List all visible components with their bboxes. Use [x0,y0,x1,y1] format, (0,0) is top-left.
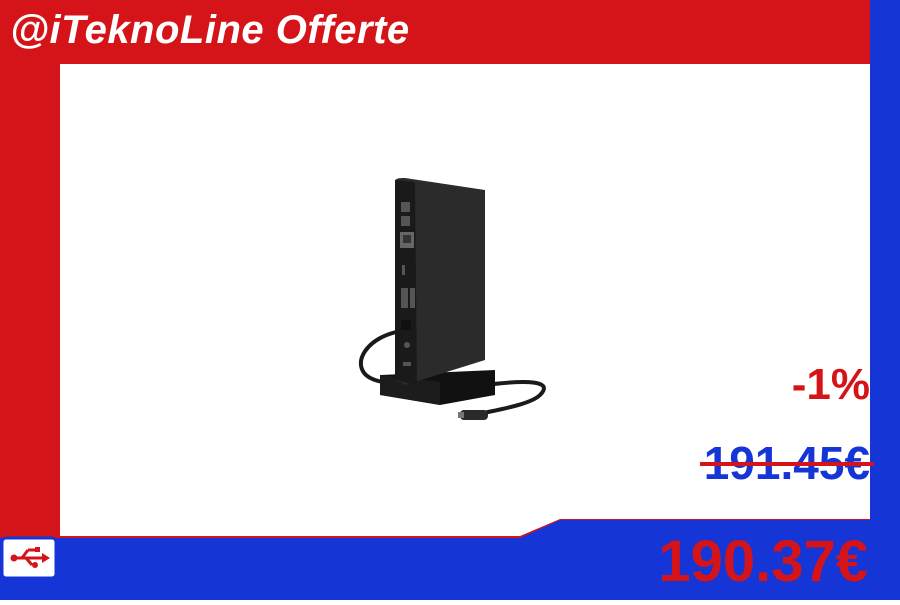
product-image [345,170,555,430]
discount-badge: -1% [791,360,870,409]
old-price: 191.45€ [699,436,874,490]
docking-station-icon [358,178,546,420]
usb-monitor-logo-icon [0,534,60,600]
strikethrough-line [699,462,874,466]
page-title: @iTeknoLine Offerte [10,8,410,52]
blue-side-band [870,0,900,600]
new-price: 190.37€ [658,529,868,594]
